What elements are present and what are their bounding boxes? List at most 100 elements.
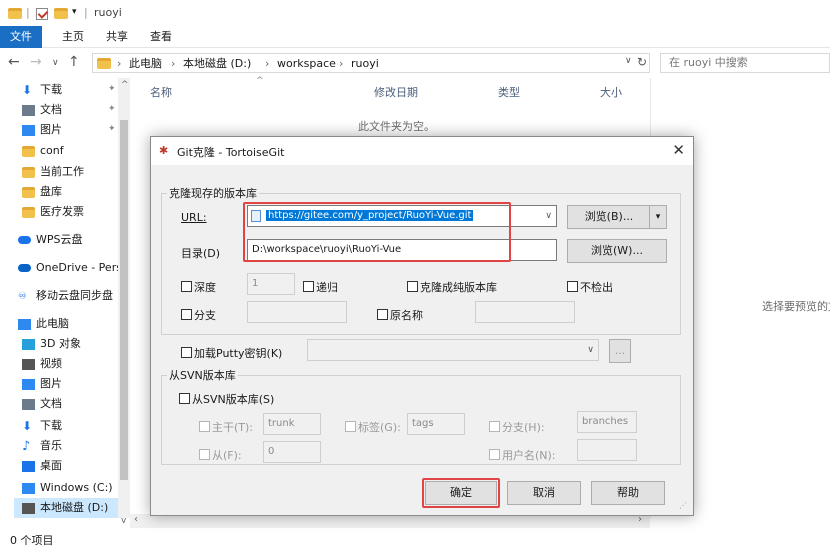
- column-date-modified[interactable]: 修改日期: [374, 84, 418, 100]
- no-checkout-checkbox[interactable]: 不检出: [567, 279, 613, 295]
- from-revision-input[interactable]: 0: [263, 441, 321, 463]
- address-row: ← → ∨ ↑ › 此电脑 › 本地磁盘 (D:) › workspace › …: [0, 50, 830, 76]
- putty-browse-button[interactable]: ...: [609, 339, 631, 363]
- resize-grip-icon[interactable]: ⋰: [679, 501, 687, 510]
- column-size[interactable]: 大小: [600, 84, 622, 100]
- sidebar-item[interactable]: 文档: [22, 394, 62, 414]
- sidebar-item[interactable]: 视频: [22, 354, 62, 374]
- sidebar-item[interactable]: 盘库: [22, 182, 62, 202]
- sidebar-item[interactable]: OneDrive - Pers: [18, 258, 122, 278]
- address-bar[interactable]: › 此电脑 › 本地磁盘 (D:) › workspace › ruoyi ∨ …: [92, 53, 650, 73]
- quick-access-dropdown-icon[interactable]: ▾: [72, 7, 77, 17]
- browse-url-split-dropdown[interactable]: ▾: [649, 205, 667, 229]
- from-svn-checkbox[interactable]: 从SVN版本库(S): [179, 391, 274, 407]
- help-button[interactable]: 帮助: [591, 481, 665, 505]
- origin-name-checkbox[interactable]: 原名称: [377, 307, 423, 323]
- scroll-down-icon[interactable]: v: [121, 516, 126, 526]
- sidebar-scroll-thumb[interactable]: [120, 120, 128, 480]
- cancel-button[interactable]: 取消: [507, 481, 581, 505]
- column-name[interactable]: 名称: [150, 84, 172, 100]
- sidebar-item[interactable]: 文档: [22, 100, 62, 120]
- branch-input[interactable]: [247, 301, 347, 323]
- sidebar-item[interactable]: ♪ 音乐: [22, 436, 62, 456]
- sidebar-item[interactable]: 图片: [22, 374, 62, 394]
- branches-input[interactable]: branches: [577, 411, 637, 433]
- new-folder-icon[interactable]: [54, 8, 68, 19]
- sidebar-item[interactable]: 医疗发票: [22, 202, 84, 222]
- crumb-local-disk-d[interactable]: 本地磁盘 (D:): [183, 56, 251, 72]
- back-arrow-icon[interactable]: ←: [8, 54, 20, 70]
- sidebar-item-label: 桌面: [40, 459, 62, 472]
- sidebar-item-label: 盘库: [40, 185, 62, 198]
- bare-clone-checkbox[interactable]: 克隆成纯版本库: [407, 279, 497, 295]
- trunk-checkbox[interactable]: 主干(T):: [199, 419, 253, 435]
- tab-share[interactable]: 共享: [94, 26, 140, 48]
- putty-key-checkbox[interactable]: 加载Putty密钥(K): [181, 345, 282, 361]
- browse-url-button[interactable]: 浏览(B)...: [567, 205, 651, 229]
- sidebar-item[interactable]: 此电脑: [18, 314, 69, 334]
- document-icon: [22, 104, 35, 116]
- sidebar-item[interactable]: 图片: [22, 120, 62, 140]
- sidebar-item[interactable]: 本地磁盘 (D:): [14, 498, 118, 518]
- picture-icon: [22, 124, 35, 136]
- crumb-this-pc[interactable]: 此电脑: [129, 56, 162, 72]
- highlight-ok-button: [422, 478, 500, 508]
- depth-checkbox[interactable]: 深度: [181, 279, 216, 295]
- sync-icon: ♾: [18, 290, 27, 302]
- username-input[interactable]: [577, 439, 637, 461]
- crumb-workspace[interactable]: workspace: [277, 56, 336, 72]
- sidebar-item[interactable]: ♾ 移动云盘同步盘: [18, 286, 113, 306]
- onedrive-icon: [18, 264, 31, 272]
- close-icon[interactable]: ✕: [672, 141, 685, 159]
- sidebar-item[interactable]: WPS云盘: [18, 230, 83, 250]
- branches-checkbox[interactable]: 分支(H):: [489, 419, 545, 435]
- tab-file[interactable]: 文件: [0, 26, 42, 48]
- address-dropdown-icon[interactable]: ∨: [625, 56, 632, 66]
- sidebar-item[interactable]: 当前工作: [22, 162, 84, 182]
- sidebar-item[interactable]: Windows (C:): [22, 478, 113, 498]
- sidebar-item-label: 图片: [40, 123, 62, 136]
- username-checkbox[interactable]: 用户名(N):: [489, 447, 556, 463]
- sidebar-item[interactable]: ⬇ 下载: [22, 80, 62, 100]
- sidebar-item-label: 下载: [40, 83, 62, 96]
- putty-dropdown-icon[interactable]: ∨: [587, 340, 594, 360]
- sidebar-item[interactable]: 桌面: [22, 456, 62, 476]
- folder-icon: [22, 145, 35, 157]
- tab-view[interactable]: 查看: [138, 26, 184, 48]
- sidebar-item[interactable]: conf: [22, 141, 64, 161]
- tags-input[interactable]: tags: [407, 413, 465, 435]
- from-revision-checkbox[interactable]: 从(F):: [199, 447, 242, 463]
- depth-input[interactable]: 1: [247, 273, 295, 295]
- crumb-ruoyi[interactable]: ruoyi: [351, 56, 379, 72]
- tags-checkbox[interactable]: 标签(G):: [345, 419, 401, 435]
- pin-icon[interactable]: ✦: [108, 104, 116, 114]
- svn-group-label: 从SVN版本库: [167, 367, 238, 383]
- forward-arrow-icon[interactable]: →: [30, 54, 42, 70]
- scroll-left-icon[interactable]: ‹: [134, 514, 138, 525]
- sidebar-item-label: 此电脑: [36, 317, 69, 330]
- computer-icon: [18, 318, 31, 330]
- sidebar-item[interactable]: 3D 对象: [22, 334, 81, 354]
- recursive-checkbox[interactable]: 递归: [303, 279, 338, 295]
- sidebar-item-label: 移动云盘同步盘: [36, 289, 113, 302]
- tab-home[interactable]: 主页: [50, 26, 96, 48]
- scroll-up-icon[interactable]: ^: [121, 80, 129, 90]
- pin-icon[interactable]: ✦: [108, 124, 116, 134]
- branch-checkbox[interactable]: 分支: [181, 307, 216, 323]
- horizontal-scrollbar[interactable]: ‹ ›: [130, 514, 650, 528]
- browse-directory-button[interactable]: 浏览(W)...: [567, 239, 667, 263]
- sidebar-item-label: 3D 对象: [40, 337, 81, 350]
- url-dropdown-icon[interactable]: ∨: [545, 206, 552, 226]
- up-arrow-icon[interactable]: ↑: [68, 54, 80, 70]
- refresh-icon[interactable]: ↻: [637, 55, 647, 69]
- properties-icon[interactable]: [36, 8, 48, 20]
- sidebar-item[interactable]: ⬇ 下载: [22, 416, 62, 436]
- search-input[interactable]: 在 ruoyi 中搜索: [660, 53, 830, 73]
- empty-folder-text: 此文件夹为空。: [358, 120, 435, 133]
- recent-dropdown-icon[interactable]: ∨: [52, 58, 59, 68]
- origin-name-input[interactable]: [475, 301, 575, 323]
- putty-key-combobox[interactable]: ∨: [307, 339, 599, 361]
- trunk-input[interactable]: trunk: [263, 413, 321, 435]
- column-type[interactable]: 类型: [498, 84, 520, 100]
- pin-icon[interactable]: ✦: [108, 84, 116, 94]
